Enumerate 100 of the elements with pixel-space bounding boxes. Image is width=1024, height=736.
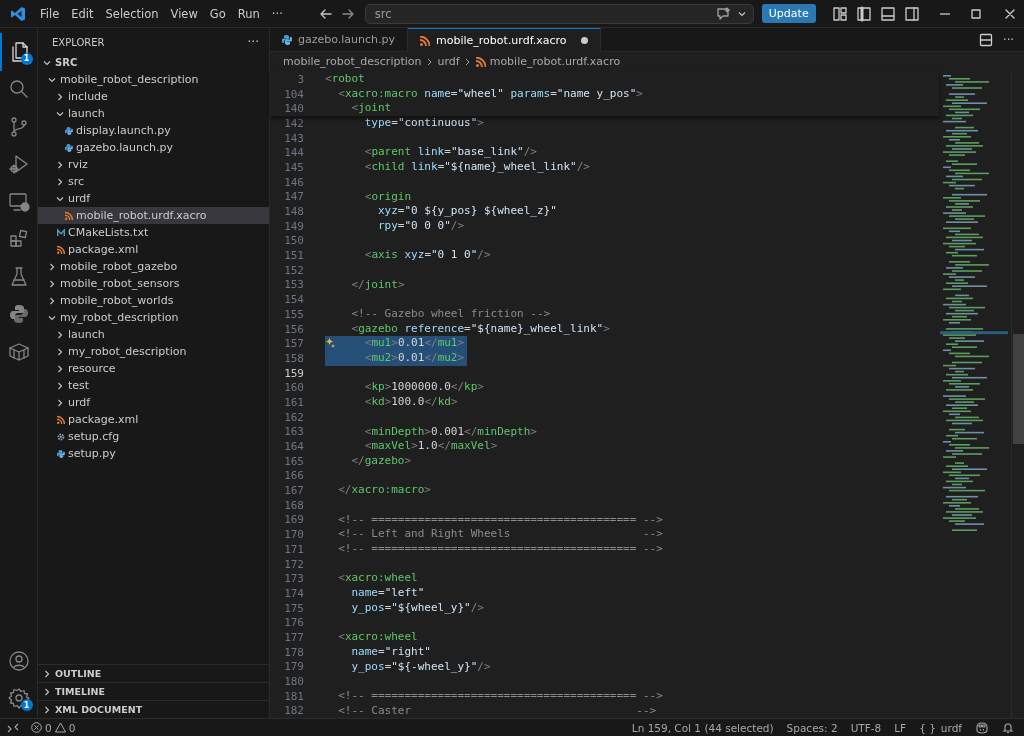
toggle-sidebar-icon xyxy=(856,5,872,22)
line-number: 148 xyxy=(283,205,305,219)
bell-icon[interactable] xyxy=(1002,721,1014,734)
minimize-icon[interactable] xyxy=(940,12,950,15)
notification-badge: 1 xyxy=(20,52,33,65)
language-mode[interactable]: urdf xyxy=(940,721,962,734)
line-number: 143 xyxy=(283,131,305,145)
warning-icon xyxy=(54,722,66,733)
line-number: 149 xyxy=(283,219,305,233)
tree-item[interactable]: src xyxy=(38,173,269,190)
rss-file-icon xyxy=(57,414,65,425)
activity-button[interactable]: 1 xyxy=(0,679,38,717)
code-line: name="right" xyxy=(350,644,431,660)
line-number: 174 xyxy=(283,586,305,600)
status-item[interactable]: LF xyxy=(894,721,907,734)
menu-item[interactable]: File xyxy=(34,4,66,23)
rss-file-icon xyxy=(475,56,486,67)
rss-file-icon xyxy=(57,244,65,255)
tree-item[interactable]: launch xyxy=(38,105,269,122)
tree-item[interactable]: gazebo.launch.py xyxy=(38,139,269,156)
code-line: <gazebo reference="${name}_wheel_link"> xyxy=(350,321,610,337)
code-line: <!-- Left and Right Wheels --> xyxy=(337,527,663,542)
code-line: <kd>100.0</kd> xyxy=(363,395,458,410)
status-item[interactable]: UTF-8 xyxy=(850,721,882,734)
code-line: <robot xyxy=(325,72,365,87)
section-header[interactable]: SRC xyxy=(38,54,269,71)
tree-item[interactable]: urdf xyxy=(38,190,269,207)
tree-item[interactable]: package.xml xyxy=(38,241,269,258)
toggle-secondary-sidebar-icon xyxy=(904,5,920,22)
breadcrumb-item[interactable]: mobile_robot.urdf.xacro xyxy=(489,55,621,68)
menu-item[interactable]: Go xyxy=(203,4,232,23)
line-number: 167 xyxy=(283,484,305,498)
breadcrumb-item[interactable]: urdf xyxy=(437,55,460,68)
line-number: 151 xyxy=(283,249,305,263)
line-number: 181 xyxy=(283,689,305,703)
menu-item[interactable]: Selection xyxy=(99,4,165,23)
panel-header[interactable]: TIMELINE xyxy=(38,682,269,700)
menu-item[interactable]: ··· xyxy=(265,4,289,23)
breadcrumb-item[interactable]: mobile_robot_description xyxy=(283,55,422,68)
problems-button[interactable]: 0 0 xyxy=(26,721,81,734)
line-number: 161 xyxy=(283,395,305,409)
tree-item[interactable]: launch xyxy=(38,326,269,343)
tree-item[interactable]: test xyxy=(38,377,269,394)
language-brace-icon: { } xyxy=(919,721,936,734)
tree-item[interactable]: package.xml xyxy=(38,411,269,428)
tree-item[interactable]: setup.py xyxy=(38,445,269,462)
line-number: 170 xyxy=(283,528,305,542)
gear-icon xyxy=(6,686,31,711)
tree-item[interactable]: my_robot_description xyxy=(38,309,269,326)
tree-item[interactable]: resource xyxy=(38,360,269,377)
code-line: <!-- Caster --> xyxy=(337,703,657,719)
tree-item[interactable]: mobile_robot.urdf.xacro xyxy=(38,207,269,224)
update-button[interactable]: Update xyxy=(761,4,816,23)
line-number: 164 xyxy=(283,440,305,454)
line-number: 162 xyxy=(283,410,305,424)
menu-item[interactable]: View xyxy=(164,4,204,23)
remote-icon xyxy=(7,722,19,733)
tree-item[interactable]: urdf xyxy=(38,394,269,411)
code-line: <minDepth>0.001</minDepth> xyxy=(363,424,537,440)
editor-tab[interactable]: mobile_robot.urdf.xacro xyxy=(408,28,601,52)
code-line: <xacro:wheel xyxy=(337,571,418,587)
line-number: 166 xyxy=(283,469,305,483)
line-number: 157 xyxy=(283,337,305,351)
split-editor-icon[interactable] xyxy=(979,32,994,47)
unsaved-dot xyxy=(580,37,588,44)
tree-item[interactable]: include xyxy=(38,88,269,105)
tree-item[interactable]: setup.cfg xyxy=(38,428,269,445)
line-number: 153 xyxy=(283,278,305,292)
code-line: name="left" xyxy=(350,586,425,601)
status-item[interactable]: Spaces: 2 xyxy=(786,721,838,734)
tree-item[interactable]: mobile_robot_worlds xyxy=(38,292,269,309)
tree-item[interactable]: mobile_robot_description xyxy=(38,71,269,88)
status-item[interactable]: Ln 159, Col 1 (44 selected) xyxy=(631,721,774,734)
line-number: 163 xyxy=(283,425,305,439)
panel-header[interactable]: OUTLINE xyxy=(38,664,269,682)
code-line: <xacro:wheel xyxy=(337,630,418,645)
menu-item[interactable]: Run xyxy=(231,4,266,23)
line-number: 159 xyxy=(283,366,305,380)
tree-item[interactable]: my_robot_description xyxy=(38,343,269,360)
tree-item[interactable]: CMakeLists.txt xyxy=(38,224,269,241)
line-number: 3 xyxy=(296,72,305,86)
line-number: 165 xyxy=(283,454,305,468)
tree-item[interactable]: display.launch.py xyxy=(38,122,269,139)
line-number: 169 xyxy=(283,513,305,527)
tree-item[interactable]: mobile_robot_gazebo xyxy=(38,258,269,275)
command-center-search[interactable]: src xyxy=(364,3,754,24)
sparkle-icon[interactable] xyxy=(326,338,335,349)
more-actions-button[interactable]: ··· xyxy=(1003,32,1014,47)
menu-item[interactable]: Edit xyxy=(65,4,100,23)
code-line: y_pos="${-wheel_y}"/> xyxy=(350,659,491,675)
line-number: 156 xyxy=(283,322,305,336)
error-icon xyxy=(31,722,42,733)
account-icon xyxy=(6,648,31,673)
line-number: 147 xyxy=(283,190,305,204)
tree-item[interactable]: rviz xyxy=(38,156,269,173)
scrollbar-thumb[interactable] xyxy=(1013,334,1024,444)
sidebar-title: EXPLORER xyxy=(52,36,106,48)
tree-item[interactable]: mobile_robot_sensors xyxy=(38,275,269,292)
line-number: 145 xyxy=(283,160,305,174)
more-actions-button[interactable]: ··· xyxy=(247,35,259,49)
